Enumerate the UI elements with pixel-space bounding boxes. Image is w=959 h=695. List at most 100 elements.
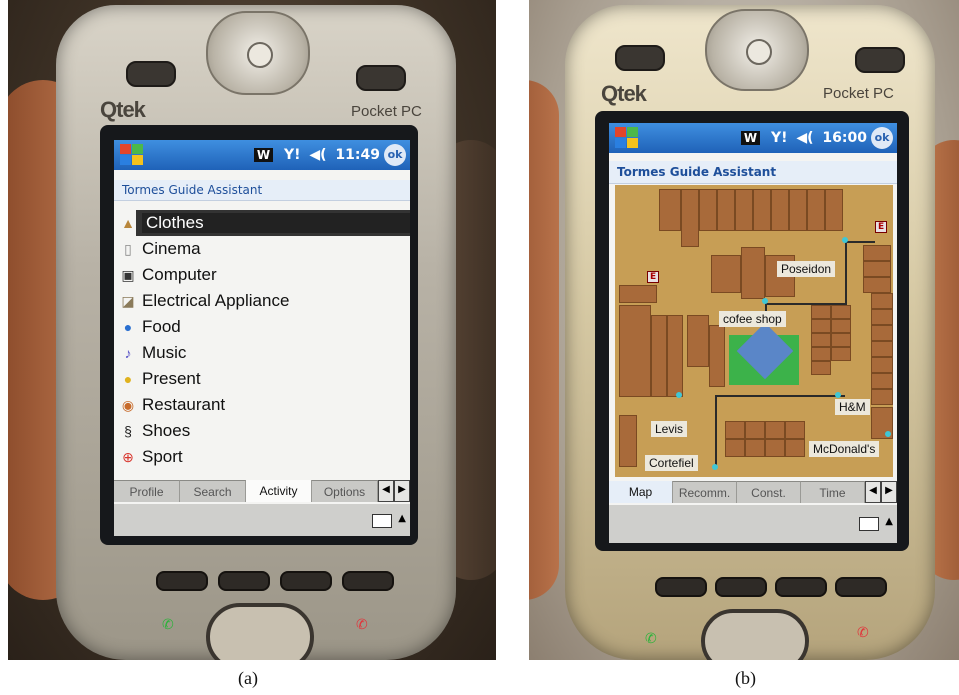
list-item-electrical-appliance[interactable]: ◪ Electrical Appliance xyxy=(114,288,410,314)
tab-activity[interactable]: Activity xyxy=(246,480,312,502)
list-item-food[interactable]: ● Food xyxy=(114,314,410,340)
shop-block[interactable] xyxy=(863,277,891,293)
clock[interactable]: 16:00 xyxy=(822,130,867,146)
ok-button[interactable]: ok xyxy=(384,144,406,166)
nav-pad[interactable] xyxy=(206,603,314,660)
tab-map[interactable]: Map xyxy=(609,481,673,503)
shop-block[interactable] xyxy=(725,421,745,439)
shop-block[interactable] xyxy=(811,347,831,361)
shop-block[interactable] xyxy=(871,389,893,405)
right-top-softkey[interactable] xyxy=(356,65,406,91)
shop-block[interactable] xyxy=(765,421,785,439)
right-top-softkey[interactable] xyxy=(855,47,905,73)
hw-key-2[interactable] xyxy=(218,571,270,591)
shop-block[interactable] xyxy=(619,285,657,303)
map-label-cortefiel[interactable]: Cortefiel xyxy=(645,455,698,471)
top-dpad[interactable] xyxy=(206,11,310,95)
shop-block[interactable] xyxy=(811,333,831,347)
tab-profile[interactable]: Profile xyxy=(114,480,180,502)
shop-block[interactable] xyxy=(725,439,745,457)
windows-start-icon[interactable] xyxy=(118,142,146,168)
tab-options[interactable]: Options xyxy=(312,480,378,502)
shop-block[interactable] xyxy=(619,305,651,397)
tab-search[interactable]: Search xyxy=(180,480,246,502)
shop-block[interactable] xyxy=(825,189,843,231)
signal-icon[interactable]: Y! xyxy=(771,130,788,146)
shop-block[interactable] xyxy=(687,315,709,367)
call-green-icon[interactable]: ✆ xyxy=(162,617,174,633)
shop-block[interactable] xyxy=(831,319,851,333)
hw-key-1[interactable] xyxy=(655,577,707,597)
shop-block[interactable] xyxy=(871,357,893,373)
shop-block[interactable] xyxy=(863,261,891,277)
dpad-center-button[interactable] xyxy=(746,39,772,65)
tab-scroll-right-icon[interactable]: ▶ xyxy=(881,481,897,503)
shop-block[interactable] xyxy=(871,373,893,389)
map-label-hm[interactable]: H&M xyxy=(835,399,870,415)
shop-block[interactable] xyxy=(717,189,735,231)
hw-key-4[interactable] xyxy=(835,577,887,597)
left-top-softkey[interactable] xyxy=(126,61,176,87)
shop-block[interactable] xyxy=(667,315,683,397)
volume-icon[interactable]: ◀( xyxy=(796,130,813,146)
hw-key-3[interactable] xyxy=(775,577,827,597)
list-item-sport[interactable]: ⊕ Sport xyxy=(114,444,410,470)
tab-const[interactable]: Const. xyxy=(737,481,801,503)
shop-block[interactable] xyxy=(871,325,893,341)
list-item-present[interactable]: ● Present xyxy=(114,366,410,392)
shop-block[interactable] xyxy=(831,305,851,319)
hw-key-2[interactable] xyxy=(715,577,767,597)
shop-block[interactable] xyxy=(745,421,765,439)
call-green-icon[interactable]: ✆ xyxy=(645,631,657,647)
top-dpad[interactable] xyxy=(705,9,809,91)
keyboard-icon[interactable] xyxy=(859,517,879,531)
windows-live-icon[interactable]: W xyxy=(253,148,274,162)
tab-recomm[interactable]: Recomm. xyxy=(673,481,737,503)
nav-pad[interactable] xyxy=(701,609,809,660)
list-item-shoes[interactable]: § Shoes xyxy=(114,418,410,444)
shop-block[interactable] xyxy=(789,189,807,231)
list-item-clothes[interactable]: ▲ Clothes xyxy=(114,210,410,236)
list-item-restaurant[interactable]: ◉ Restaurant xyxy=(114,392,410,418)
hw-key-3[interactable] xyxy=(280,571,332,591)
list-item-music[interactable]: ♪ Music xyxy=(114,340,410,366)
shop-block[interactable] xyxy=(863,245,891,261)
shop-block[interactable] xyxy=(711,255,741,293)
shop-block[interactable] xyxy=(651,315,667,397)
windows-start-icon[interactable] xyxy=(613,125,641,151)
clock[interactable]: 11:49 xyxy=(335,147,380,163)
tab-scroll-right-icon[interactable]: ▶ xyxy=(394,480,410,502)
shop-block[interactable] xyxy=(871,341,893,357)
shop-block[interactable] xyxy=(619,415,637,467)
shop-block[interactable] xyxy=(745,439,765,457)
shop-block[interactable] xyxy=(699,189,717,231)
dpad-center-button[interactable] xyxy=(247,42,273,68)
shop-block[interactable] xyxy=(709,325,725,387)
shop-block[interactable] xyxy=(765,439,785,457)
hw-key-1[interactable] xyxy=(156,571,208,591)
shop-block[interactable] xyxy=(807,189,825,231)
tab-scroll-left-icon[interactable]: ◀ xyxy=(378,480,394,502)
caret-up-icon[interactable]: ▲ xyxy=(398,513,406,524)
shop-block[interactable] xyxy=(811,361,831,375)
shop-block[interactable] xyxy=(831,347,851,361)
hw-key-4[interactable] xyxy=(342,571,394,591)
shop-block[interactable] xyxy=(785,421,805,439)
left-top-softkey[interactable] xyxy=(615,45,665,71)
tab-time[interactable]: Time xyxy=(801,481,865,503)
map-label-levis[interactable]: Levis xyxy=(651,421,688,437)
map-label-mcdonalds[interactable]: McDonald's xyxy=(809,441,880,457)
shop-block[interactable] xyxy=(871,293,893,309)
shop-block[interactable] xyxy=(771,189,789,231)
caret-up-icon[interactable]: ▲ xyxy=(885,516,893,527)
tab-scroll-left-icon[interactable]: ◀ xyxy=(865,481,881,503)
keyboard-icon[interactable] xyxy=(372,514,392,528)
shop-block[interactable] xyxy=(871,309,893,325)
signal-icon[interactable]: Y! xyxy=(284,147,301,163)
shop-block[interactable] xyxy=(785,439,805,457)
map-label-cofee-shop[interactable]: cofee shop xyxy=(719,311,786,327)
shop-block[interactable] xyxy=(753,189,771,231)
shop-block[interactable] xyxy=(831,333,851,347)
shop-block[interactable] xyxy=(741,247,765,299)
map-label-poseidon[interactable]: Poseidon xyxy=(777,261,836,277)
